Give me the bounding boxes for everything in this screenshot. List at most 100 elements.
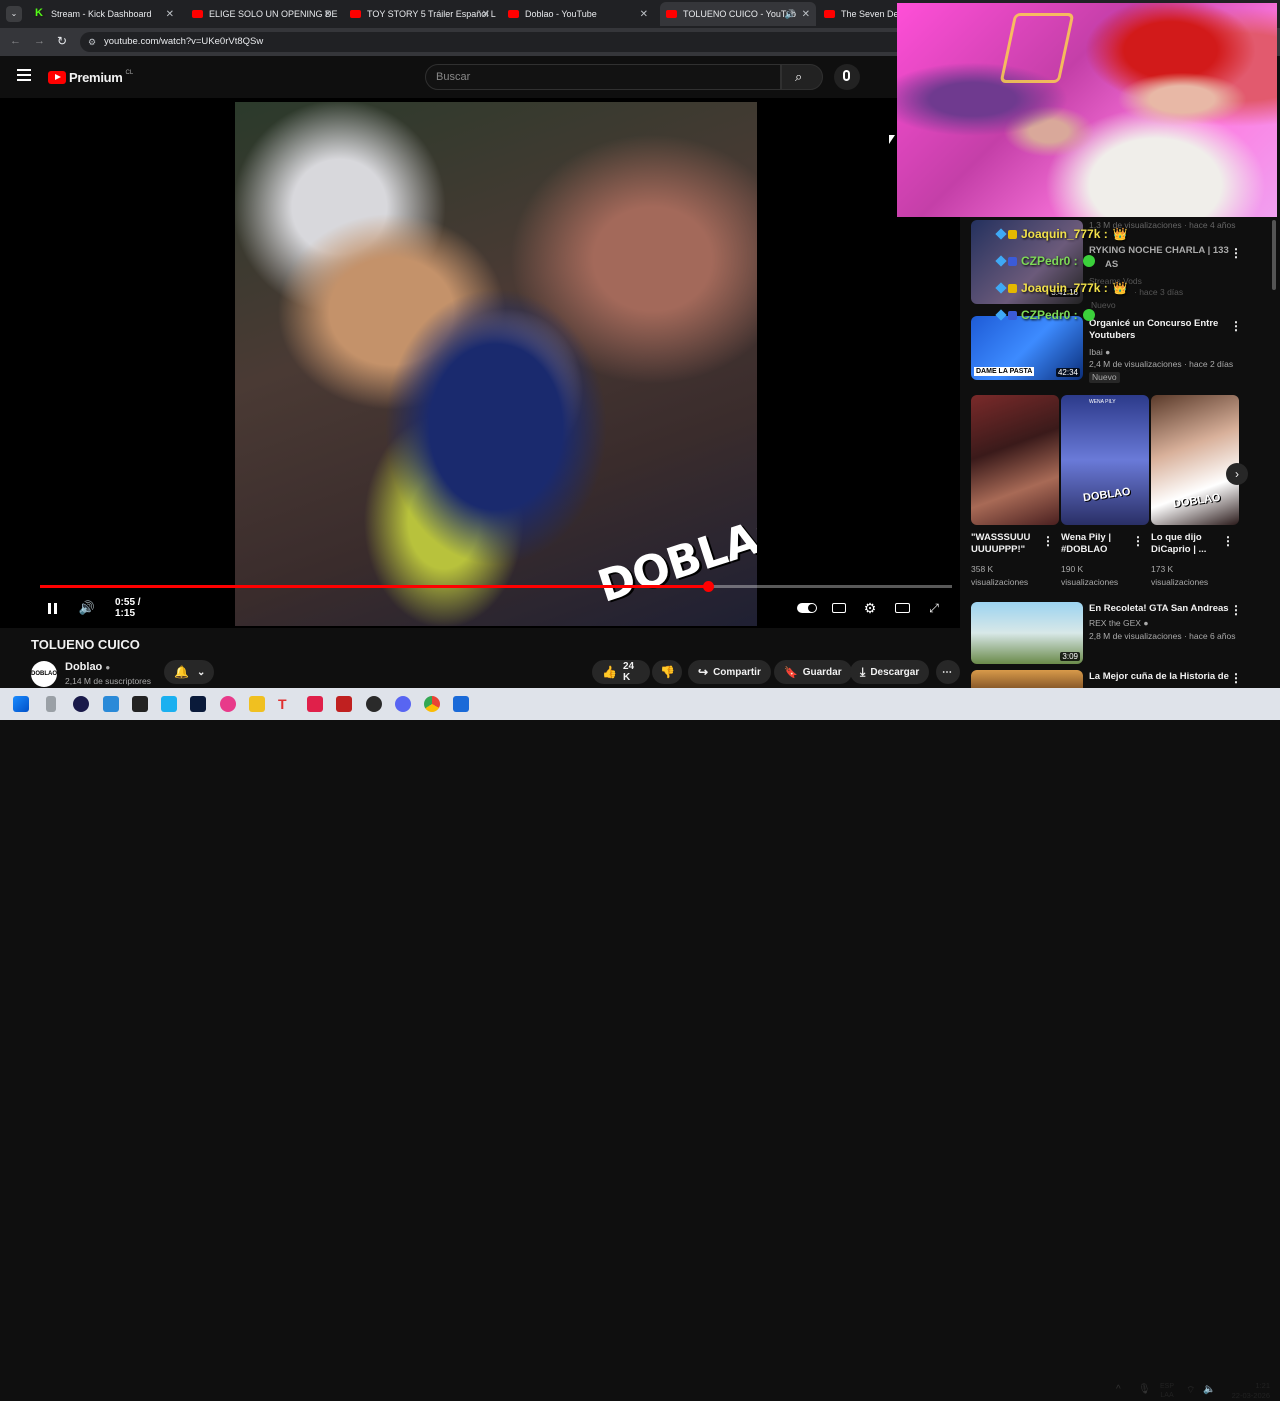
video-player[interactable]: DOBLAO 🔊 0:55 / 1:15 ⚙ ⤢ [0, 98, 960, 628]
autoplay-toggle[interactable] [796, 598, 818, 618]
close-icon[interactable]: ✕ [166, 9, 174, 20]
back-icon[interactable]: ← [10, 35, 21, 47]
sidebar-thumbnail[interactable] [971, 670, 1083, 688]
taskbar-app-icon[interactable] [103, 696, 119, 712]
more-actions-button[interactable]: ⋯ [936, 660, 960, 684]
sidebar-thumbnail-ibai[interactable]: DAME LA PASTA 42:34 [971, 316, 1083, 380]
short-title[interactable]: Wena Pily | #DOBLAO [1061, 532, 1127, 556]
sidebar-channel[interactable]: REX the GEX ● [1089, 618, 1148, 629]
volume-tray-icon[interactable]: 🔈 [1203, 1384, 1215, 1395]
taskbar-app-icon[interactable] [336, 696, 352, 712]
youtube-logo[interactable]: Premium CL [48, 70, 133, 85]
windows-start-icon[interactable] [13, 696, 29, 712]
taskbar-app-icon[interactable] [366, 696, 382, 712]
mic-icon [843, 70, 850, 81]
taskbar-app-icon[interactable] [220, 696, 236, 712]
more-icon[interactable]: ⋮ [1042, 534, 1054, 548]
language-indicator[interactable]: ESP LAA [1160, 1382, 1174, 1400]
settings-button[interactable]: ⚙ [862, 598, 878, 618]
taskbar-app-icon[interactable] [46, 696, 56, 712]
badge-icon [995, 309, 1007, 321]
sidebar-title[interactable]: Organicé un Concurso Entre Youtubers [1089, 318, 1229, 342]
notification-bell-button[interactable]: 🔔 ⌄ [164, 660, 214, 684]
folder-icon[interactable] [249, 696, 265, 712]
sidebar-title[interactable]: RYKING NOCHE CHARLA | 133 [1089, 245, 1239, 257]
taskbar-app-icon[interactable]: T [278, 696, 294, 712]
close-icon[interactable]: ✕ [324, 9, 332, 20]
share-button[interactable]: ↪ Compartir [688, 660, 771, 684]
speaker-icon[interactable]: 🔊 [785, 9, 796, 20]
more-icon[interactable]: ⋮ [1132, 534, 1144, 548]
sidebar-channel[interactable]: Ibai ● [1089, 347, 1110, 358]
voice-search-button[interactable] [834, 64, 860, 90]
clock[interactable]: 1:21 22-03-2026 [1226, 1381, 1270, 1401]
taskbar-app-icon[interactable] [161, 696, 177, 712]
search-icon: ⌕ [795, 69, 803, 84]
sidebar-thumbnail-gta[interactable]: 3:09 [971, 602, 1083, 664]
video-frame[interactable]: DOBLAO [235, 102, 757, 626]
chrome-icon[interactable] [424, 696, 440, 712]
pause-button[interactable] [44, 598, 60, 618]
menu-icon[interactable] [17, 69, 31, 81]
site-info-icon[interactable]: ⚙ [88, 32, 96, 52]
close-icon[interactable]: ✕ [802, 9, 810, 20]
like-button[interactable]: 👍 24 K [592, 660, 650, 684]
close-icon[interactable]: ✕ [482, 9, 490, 20]
toggle-icon [797, 603, 817, 613]
thumb-text: DAME LA PASTA [974, 367, 1035, 376]
verified-icon: ● [1143, 618, 1149, 628]
shorts-next-button[interactable]: › [1226, 463, 1248, 485]
download-button[interactable]: ⤓ Descargar [850, 660, 930, 684]
fullscreen-button[interactable]: ⤢ [926, 598, 942, 618]
progress-bar[interactable] [40, 581, 952, 592]
more-icon[interactable]: ⋮ [1222, 534, 1234, 548]
youtube-icon [824, 10, 835, 18]
more-icon[interactable]: ⋮ [1230, 603, 1242, 617]
youtube-icon [666, 10, 677, 18]
pause-icon [47, 602, 57, 614]
tab-seven-deadly[interactable]: The Seven Dead [818, 2, 898, 26]
volume-button[interactable]: 🔊 [78, 598, 96, 618]
tab-tolueno-cuico[interactable]: TOLUENO CUICO - YouTub 🔊 ✕ [660, 2, 816, 26]
forward-icon[interactable]: → [34, 35, 45, 47]
save-button[interactable]: 🔖 Guardar [774, 660, 852, 684]
short-title[interactable]: Lo que dijo DiCaprio | ... [1151, 532, 1217, 556]
more-icon[interactable]: ⋮ [1230, 319, 1242, 333]
search-button[interactable]: ⌕ [781, 64, 823, 90]
premium-label: Premium [69, 70, 123, 85]
close-icon[interactable]: ✕ [640, 9, 648, 20]
tiktok-icon[interactable] [307, 696, 323, 712]
channel-name[interactable]: Doblao ● [65, 661, 110, 673]
theater-button[interactable] [894, 598, 910, 618]
tab-doblao[interactable]: Doblao - YouTube ✕ [502, 2, 654, 26]
sidebar-scrollbar[interactable] [1272, 220, 1276, 290]
taskbar-app-icon[interactable] [132, 696, 148, 712]
search-input[interactable]: Buscar [425, 64, 781, 90]
sidebar-title[interactable]: En Recoleta! GTA San Andreas [1089, 603, 1229, 615]
tab-kick-dashboard[interactable]: Stream - Kick Dashboard ✕ [28, 2, 180, 26]
tab-search-menu-icon[interactable]: ⌄ [6, 6, 22, 22]
discord-icon[interactable] [395, 696, 411, 712]
tray-chevron-icon[interactable]: ^ [1116, 1384, 1121, 1395]
reload-icon[interactable]: ↻ [57, 34, 67, 48]
taskbar-app-icon[interactable] [73, 696, 89, 712]
wifi-icon[interactable]: ⌔ [1186, 1384, 1195, 1397]
tab-toy-story[interactable]: TOY STORY 5 Tráiler Español La ✕ [344, 2, 496, 26]
sidebar-title[interactable]: La Mejor cuña de la Historia de [1089, 671, 1229, 683]
more-icon[interactable]: ⋮ [1230, 246, 1242, 260]
mic-tray-icon[interactable]: 🎙 [1138, 1384, 1151, 1395]
green-emote-icon [1082, 309, 1095, 321]
photoshop-icon[interactable] [190, 696, 206, 712]
short-thumbnail[interactable] [971, 395, 1059, 525]
short-thumbnail[interactable]: DOBLAO [1151, 395, 1239, 525]
short-thumbnail[interactable]: WENA PILY DOBLAO [1061, 395, 1149, 525]
taskbar-app-icon[interactable] [453, 696, 469, 712]
download-label: Descargar [870, 666, 920, 678]
more-icon[interactable]: ⋮ [1230, 671, 1242, 685]
short-title[interactable]: "WASSSUUU UUUUPPP!" [971, 532, 1035, 556]
channel-avatar[interactable]: DOBLAO [31, 661, 57, 687]
tab-elige-opening[interactable]: ELIGE SOLO UN OPENING DE A ✕ [186, 2, 338, 26]
tab-label: TOY STORY 5 Tráiler Español La [367, 9, 496, 19]
subtitles-button[interactable] [831, 598, 847, 618]
dislike-button[interactable]: 👎 [652, 660, 682, 684]
